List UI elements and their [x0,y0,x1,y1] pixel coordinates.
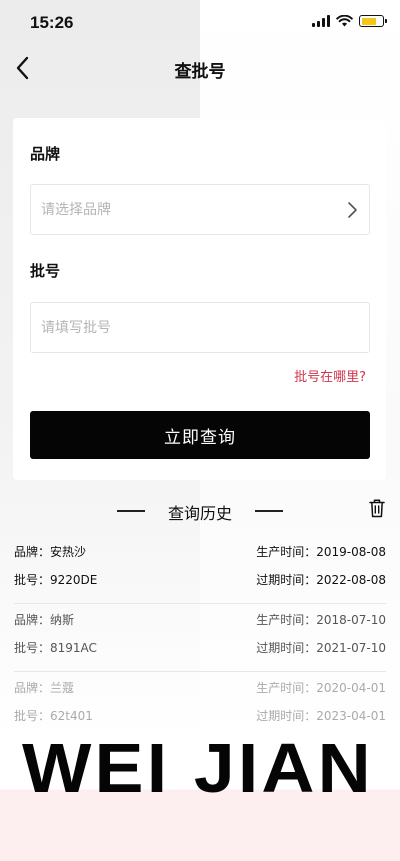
expire-date-label: 过期时间： [256,641,317,655]
brand-field-label: 品牌： [14,613,51,627]
battery-icon [359,15,387,27]
batch-label: 批号 [30,262,61,280]
brand-field-label: 品牌： [14,681,51,695]
batch-input[interactable] [31,303,321,352]
batch-field-label: 批号： [14,709,51,723]
status-time: 15:26 [30,13,74,32]
batch-location-help-link[interactable]: 批号在哪里? [294,366,366,385]
produce-date-value: 2020-04-01 [316,681,386,695]
produce-date-value: 2019-08-08 [316,545,386,559]
brand-wordmark: WEI JIAN [22,729,374,807]
produce-date-label: 生产时间： [256,613,317,627]
expire-date-value: 2023-04-01 [316,709,386,723]
trash-icon[interactable] [368,498,386,518]
status-icons [312,15,387,27]
divider-right [255,510,283,512]
history-item[interactable]: 品牌：安热沙 生产时间：2019-08-08 批号：9220DE 过期时间：20… [14,536,386,604]
nav-bar: 查批号 [0,48,400,88]
batch-value: 9220DE [50,573,98,587]
brand-label: 品牌 [30,145,61,163]
history-item[interactable]: 品牌：纳斯 生产时间：2018-07-10 批号：8191AC 过期时间：202… [14,604,386,672]
produce-date-value: 2018-07-10 [316,613,386,627]
brand-value: 兰蔻 [50,681,75,695]
expire-date-value: 2021-07-10 [316,641,386,655]
produce-date-label: 生产时间： [256,545,317,559]
brand-value: 纳斯 [50,613,75,627]
batch-field-label: 批号： [14,573,51,587]
brand-field-label: 品牌： [14,545,51,559]
brand-select-input[interactable] [31,185,321,234]
status-bar: 15:26 [0,0,400,44]
batch-field[interactable] [30,302,370,353]
brand-value: 安热沙 [50,545,87,559]
expire-date-label: 过期时间： [256,709,317,723]
cellular-signal-icon [312,15,330,27]
screen: 15:26 查批号 品牌 请选择品牌 批号 请填写批号 批号在哪里? 立即查询 … [0,0,400,861]
expire-date-value: 2022-08-08 [316,573,386,587]
history-list: 品牌：安热沙 生产时间：2019-08-08 批号：9220DE 过期时间：20… [0,536,400,740]
page-title: 查批号 [174,62,226,82]
history-title: 查询历史 [167,504,232,523]
batch-value: 8191AC [50,641,97,655]
expire-date-label: 过期时间： [256,573,317,587]
wifi-icon [336,15,353,27]
brand-select[interactable] [30,184,370,235]
batch-field-label: 批号： [14,641,51,655]
query-submit-button[interactable]: 立即查询 [30,411,370,459]
history-header: 查询历史 [0,498,400,524]
batch-value: 62t401 [50,709,93,723]
battery-level [361,17,376,25]
produce-date-label: 生产时间： [256,681,317,695]
query-form-card: 品牌 批号 批号在哪里? 立即查询 [13,118,386,480]
chevron-right-icon [348,202,357,218]
